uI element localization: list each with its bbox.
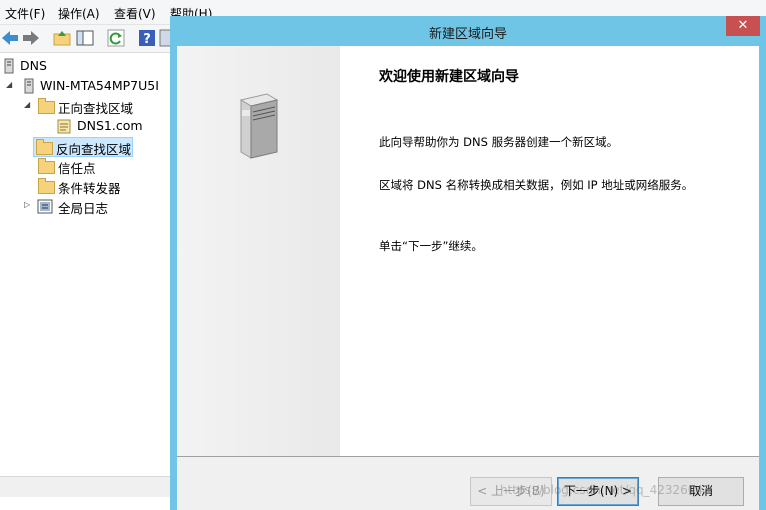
tree-label: 信任点: [58, 161, 96, 176]
show-hide-tree-icon[interactable]: [75, 28, 95, 48]
folder-icon: [38, 178, 55, 194]
wizard-side-panel: [177, 46, 340, 456]
horizontal-scrollbar[interactable]: [0, 476, 172, 497]
folder-icon: [36, 139, 53, 155]
new-zone-wizard-dialog: 新建区域向导 ✕ 欢迎使用新建区域向导 此向导帮助你为 DNS 服务器创建一个新…: [170, 16, 766, 510]
tree-label: 条件转发器: [58, 181, 121, 196]
dialog-titlebar[interactable]: 新建区域向导 ✕: [170, 16, 766, 46]
folder-icon: [38, 158, 55, 174]
tree-label: 全局日志: [58, 201, 109, 216]
tree-label: 正向查找区域: [58, 101, 134, 116]
dialog-title: 新建区域向导: [428, 27, 507, 42]
menu-action[interactable]: 操作(A): [58, 5, 100, 22]
menu-file[interactable]: 文件(F): [5, 5, 45, 22]
dns-icon: [4, 58, 14, 74]
wizard-instruction: 单击“下一步”继续。: [379, 239, 483, 253]
up-folder-icon[interactable]: [52, 28, 72, 48]
tree-label: DNS: [20, 58, 47, 73]
help-icon[interactable]: ?: [137, 28, 157, 48]
wizard-description-2: 区域将 DNS 名称转换成相关数据，例如 IP 地址或网络服务。: [379, 178, 694, 192]
dialog-client-area: 欢迎使用新建区域向导 此向导帮助你为 DNS 服务器创建一个新区域。 区域将 D…: [177, 46, 759, 510]
server-icon: [24, 78, 34, 94]
close-button[interactable]: ✕: [726, 16, 760, 36]
folder-icon: [38, 98, 55, 114]
log-icon: [37, 199, 53, 214]
watermark-text: https://blog.csdn.net/qq_42326043: [500, 483, 711, 497]
menu-view[interactable]: 查看(V): [114, 5, 156, 22]
expand-arrow-icon[interactable]: ▷: [24, 200, 30, 209]
refresh-icon[interactable]: [106, 28, 126, 48]
tree-label: 反向查找区域: [56, 142, 132, 157]
back-arrow-icon[interactable]: [0, 28, 20, 48]
zone-file-icon: [57, 119, 71, 134]
console-tree: DNS ◢ WIN-MTA54MP7U5I ◢ 正向查找区域 DNS1.com …: [0, 53, 172, 510]
svg-text:?: ?: [143, 32, 151, 47]
collapse-arrow-icon[interactable]: ◢: [24, 100, 30, 109]
divider: [177, 456, 759, 457]
tree-label: WIN-MTA54MP7U5I: [40, 78, 159, 93]
wizard-description-1: 此向导帮助你为 DNS 服务器创建一个新区域。: [379, 135, 619, 149]
wizard-heading: 欢迎使用新建区域向导: [379, 69, 519, 85]
forward-arrow-icon[interactable]: [21, 28, 41, 48]
server-tower-icon: [239, 93, 279, 159]
tree-label: DNS1.com: [77, 118, 143, 133]
collapse-arrow-icon[interactable]: ◢: [6, 80, 12, 89]
tree-item-reverse-zones[interactable]: 反向查找区域: [33, 137, 133, 157]
